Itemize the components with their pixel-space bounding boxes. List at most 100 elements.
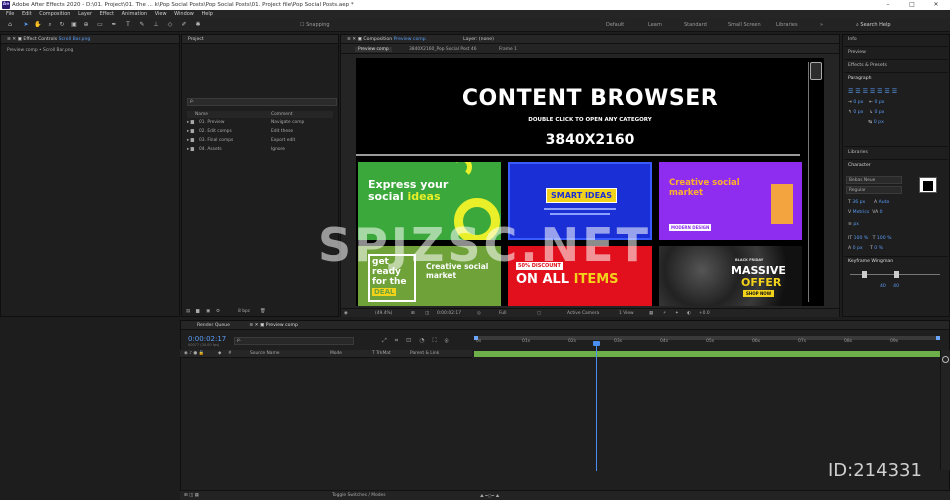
new-comp-icon[interactable]: ▣ xyxy=(206,309,210,314)
timeline-search-input[interactable]: ρ. xyxy=(234,337,354,345)
tsume-value[interactable]: 0 % xyxy=(874,246,883,251)
subtab-frame-1[interactable]: Frame 1 xyxy=(499,47,517,52)
preview-panel-tab[interactable]: Preview xyxy=(848,50,866,55)
timeline-scrollbar[interactable] xyxy=(940,350,950,470)
column-mode[interactable]: Mode xyxy=(330,351,342,356)
exposure-value[interactable]: +0.0 xyxy=(699,311,710,316)
font-size-value[interactable]: 36 px xyxy=(852,200,865,205)
composition-tab[interactable]: ≡ ✕ ▣ Composition Preview comp xyxy=(347,37,426,42)
keyframe-slider-handle[interactable] xyxy=(862,271,867,278)
space-before-value[interactable]: 0 px xyxy=(853,110,863,115)
hand-tool-icon[interactable]: ✋ xyxy=(34,21,42,29)
workspace-standard[interactable]: Standard xyxy=(684,22,707,28)
clone-stamp-tool-icon[interactable]: ⊥ xyxy=(152,21,160,29)
project-row[interactable]: ▸ ▆ 02. Edit comps Edit these xyxy=(187,129,333,137)
keyframe-wingman-tab[interactable]: Keyframe Wingman xyxy=(848,259,893,264)
space-after-value[interactable]: 0 px xyxy=(875,110,885,115)
selection-tool-icon[interactable]: ➤ xyxy=(22,21,30,29)
menu-file[interactable]: File xyxy=(6,10,14,19)
workspace-small-screen[interactable]: Small Screen xyxy=(728,22,761,28)
grid-icon[interactable]: ⊞ xyxy=(411,311,415,316)
indent-left-value[interactable]: 0 px xyxy=(853,100,863,105)
timeline-switch-icons[interactable]: ⤢⌗⊡◔⛶⦿ xyxy=(382,337,457,345)
snapping-checkbox[interactable]: ☐ Snapping xyxy=(300,22,330,28)
brush-tool-icon[interactable]: ✎ xyxy=(138,21,146,29)
interpret-footage-icon[interactable]: ▤ xyxy=(186,309,190,314)
project-tab[interactable]: Project xyxy=(182,35,338,44)
align-buttons-icon[interactable]: ☰ ☰ ☰ ☰ ☰ ☰ ☰ xyxy=(848,88,897,95)
menu-layer[interactable]: Layer xyxy=(78,10,92,19)
menu-composition[interactable]: Composition xyxy=(39,10,70,19)
project-settings-icon[interactable]: ⚙ xyxy=(216,309,220,314)
always-preview-icon[interactable]: ◉ xyxy=(344,311,348,316)
ease-out-value[interactable]: 40 xyxy=(893,284,899,289)
fast-preview-icon[interactable]: ⚡ xyxy=(663,311,666,316)
home-icon[interactable]: ⌂ xyxy=(6,21,14,29)
column-trkmat[interactable]: T TrkMat xyxy=(372,351,391,356)
effects-presets-tab[interactable]: Effects & Presets xyxy=(848,63,887,68)
pen-tool-icon[interactable]: ✒ xyxy=(110,21,118,29)
bit-depth-button[interactable]: 8 bpc xyxy=(238,309,250,314)
menu-window[interactable]: Window xyxy=(174,10,194,19)
resolution-dropdown[interactable]: Full xyxy=(499,311,507,316)
workspace-more-icon[interactable]: » xyxy=(820,22,823,28)
toggle-switches-modes[interactable]: Toggle Switches / Modes xyxy=(332,493,386,498)
type-tool-icon[interactable]: T xyxy=(124,21,132,29)
exposure-icon[interactable]: ◐ xyxy=(687,311,691,316)
column-parent[interactable]: Parent & Link xyxy=(410,351,439,356)
font-style-dropdown[interactable]: Regular xyxy=(846,186,902,194)
new-folder-icon[interactable]: ▆ xyxy=(196,309,199,314)
puppet-tool-icon[interactable]: ✱ xyxy=(194,21,202,29)
project-row[interactable]: ▸ ▆ 01. Preview Navigate comp xyxy=(187,120,333,128)
delete-icon[interactable]: 🗑 xyxy=(260,309,266,314)
kerning-value[interactable]: Metrics xyxy=(853,210,870,215)
indent-right-value[interactable]: 0 px xyxy=(875,100,885,105)
project-row[interactable]: ▸ ▆ 04. Assets Ignore xyxy=(187,147,333,155)
view-options-icon[interactable]: ▦ xyxy=(649,311,653,316)
subtab-post-46[interactable]: 3840X2160_Pop Social Post 46 xyxy=(409,47,477,52)
zoom-dropdown[interactable]: (49.4%) xyxy=(375,311,392,316)
column-name[interactable]: Name xyxy=(195,112,208,117)
leading-value[interactable]: Auto xyxy=(879,200,890,205)
timeline-timecode[interactable]: 0:00:02:17 xyxy=(188,335,226,343)
effect-controls-tab[interactable]: ≡ ✕ ▣ Effect Controls Scroll Bar.png xyxy=(1,35,179,44)
menu-help[interactable]: Help xyxy=(201,10,212,19)
comp-marker-icon[interactable] xyxy=(942,356,949,363)
character-panel-tab[interactable]: Character xyxy=(848,163,871,168)
roto-brush-tool-icon[interactable]: ✐ xyxy=(180,21,188,29)
stroke-width-value[interactable]: px xyxy=(853,222,859,227)
eraser-tool-icon[interactable]: ◇ xyxy=(166,21,174,29)
maximize-button[interactable]: □ xyxy=(900,0,924,10)
font-family-dropdown[interactable]: Bebas Neue xyxy=(846,176,902,184)
zoom-tool-icon[interactable]: ⌕ xyxy=(46,21,54,29)
menu-view[interactable]: View xyxy=(155,10,167,19)
camera-dropdown[interactable]: Active Camera xyxy=(567,311,599,316)
rotate-tool-icon[interactable]: ↻ xyxy=(58,21,66,29)
workspace-default[interactable]: Default xyxy=(606,22,624,28)
paragraph-panel-tab[interactable]: Paragraph xyxy=(848,76,872,81)
menu-edit[interactable]: Edit xyxy=(22,10,32,19)
category-tile-creative-market[interactable]: Creative social market MODERN DESIGN xyxy=(659,162,802,240)
first-line-value[interactable]: 0 px xyxy=(874,120,884,125)
playhead-handle-icon[interactable] xyxy=(593,341,601,346)
views-dropdown[interactable]: 1 View xyxy=(619,311,634,316)
stroke-color-swatch[interactable] xyxy=(923,181,933,191)
search-help-field[interactable]: ⌕ Search Help xyxy=(856,22,891,28)
keyframe-slider-handle[interactable] xyxy=(894,271,899,278)
layer-tab[interactable]: Layer: (none) xyxy=(463,37,494,42)
zoom-slider-icon[interactable]: ⛰ ━○━ ⛰ xyxy=(480,493,499,499)
scroll-handle-icon[interactable] xyxy=(810,62,822,80)
column-source-name[interactable]: Source Name xyxy=(250,351,279,356)
pan-behind-tool-icon[interactable]: ⊕ xyxy=(82,21,90,29)
vertical-scale-value[interactable]: 100 % xyxy=(854,236,869,241)
rectangle-tool-icon[interactable]: ▭ xyxy=(96,21,104,29)
project-row[interactable]: ▸ ▆ 03. Final comps Export edit xyxy=(187,138,333,146)
horizontal-scale-value[interactable]: 100 % xyxy=(877,236,892,241)
footer-switch-icons[interactable]: ⊞ ◫ ▦ xyxy=(184,493,199,498)
ease-in-value[interactable]: 40 xyxy=(880,284,886,289)
snapshot-icon[interactable]: ◎ xyxy=(477,311,481,316)
camera-tool-icon[interactable]: ▣ xyxy=(70,21,78,29)
playhead[interactable] xyxy=(593,341,601,471)
workspace-libraries[interactable]: Libraries xyxy=(776,22,798,28)
subtab-preview-comp[interactable]: Preview comp xyxy=(355,47,392,52)
